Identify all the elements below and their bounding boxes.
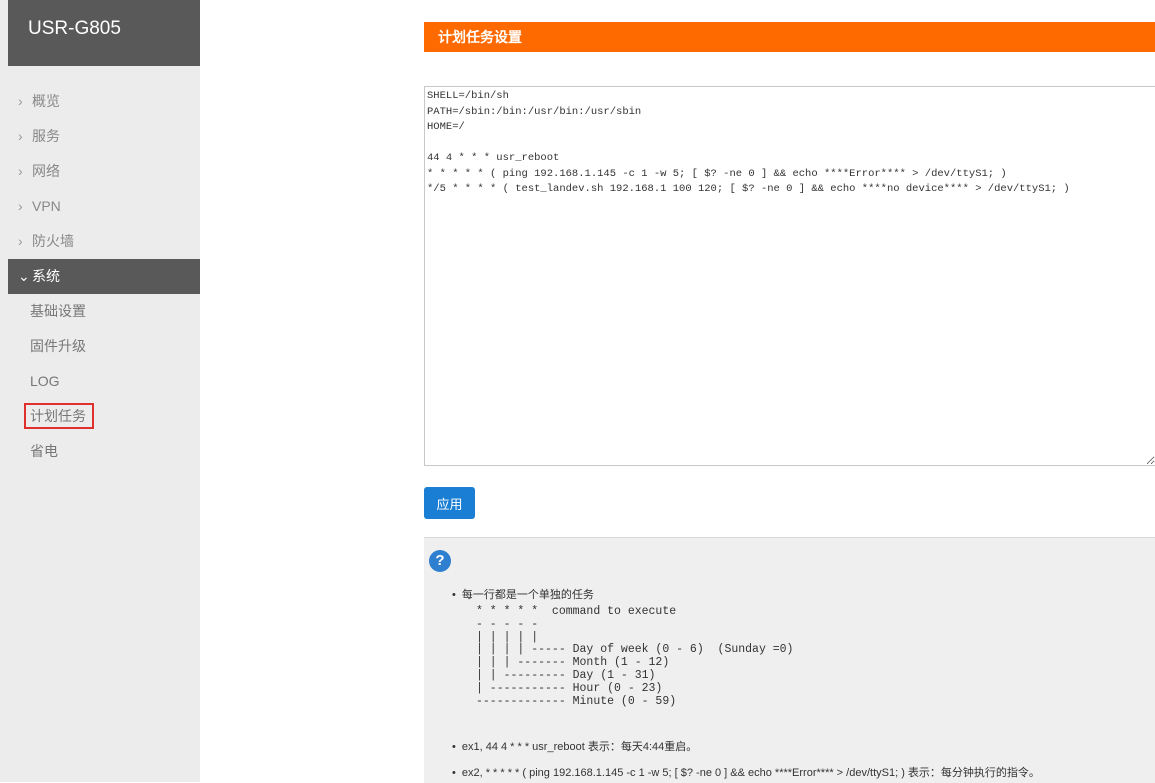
sub-item-label: LOG [30, 373, 60, 389]
nav-item-firewall[interactable]: › 防火墙 [8, 224, 200, 259]
bullet-icon: • [452, 741, 456, 753]
sidebar: USR-G805 › 概览 › 服务 › 网络 › VPN › 防火墙 ⌄ 系统… [0, 0, 200, 782]
main-content: 计划任务设置 SHELL=/bin/sh PATH=/sbin:/bin:/us… [424, 0, 1155, 783]
nav-item-system[interactable]: ⌄ 系统 [8, 259, 200, 294]
bullet-icon: • [452, 589, 456, 601]
help-example-2: • ex2, * * * * * ( ping 192.168.1.145 -c … [452, 764, 1040, 780]
nav-item-label: 网络 [32, 163, 60, 179]
nav-item-services[interactable]: › 服务 [8, 119, 200, 154]
cron-syntax-diagram: * * * * * command to execute - - - - - |… [476, 605, 794, 708]
chevron-down-icon: ⌄ [18, 268, 30, 284]
sub-item-scheduled-tasks[interactable]: 计划任务 [8, 399, 200, 434]
section-title: 计划任务设置 [424, 22, 1155, 52]
nav-item-vpn[interactable]: › VPN [8, 189, 200, 224]
crontab-editor[interactable]: SHELL=/bin/sh PATH=/sbin:/bin:/usr/bin:/… [424, 86, 1155, 466]
sub-item-label: 计划任务 [24, 403, 94, 429]
help-icon: ? [429, 550, 451, 572]
help-example-1: • ex1, 44 4 * * * usr_reboot 表示：每天4:44重启。 [452, 738, 697, 754]
help-line: • 每一行都是一个单独的任务 [452, 586, 594, 602]
chevron-right-icon: › [18, 198, 23, 214]
nav-item-overview[interactable]: › 概览 [8, 84, 200, 119]
sub-item-label: 固件升级 [30, 338, 86, 354]
help-text: ex1, 44 4 * * * usr_reboot 表示：每天4:44重启。 [461, 741, 698, 753]
nav-item-label: VPN [32, 198, 61, 214]
nav-menu: › 概览 › 服务 › 网络 › VPN › 防火墙 ⌄ 系统 基础设置 固件升… [8, 84, 200, 469]
sub-item-firmware-upgrade[interactable]: 固件升级 [8, 329, 200, 364]
nav-item-label: 服务 [32, 128, 60, 144]
sub-item-log[interactable]: LOG [8, 364, 200, 399]
nav-item-network[interactable]: › 网络 [8, 154, 200, 189]
sub-item-power-saving[interactable]: 省电 [8, 434, 200, 469]
nav-item-label: 概览 [32, 93, 60, 109]
sub-item-label: 基础设置 [30, 303, 86, 319]
sub-item-label: 省电 [30, 443, 58, 459]
apply-button[interactable]: 应用 [424, 487, 475, 519]
nav-item-label: 防火墙 [32, 233, 74, 249]
help-text: 每一行都是一个单独的任务 [461, 589, 594, 601]
chevron-right-icon: › [18, 163, 23, 179]
chevron-right-icon: › [18, 233, 23, 249]
sub-item-basic-settings[interactable]: 基础设置 [8, 294, 200, 329]
chevron-right-icon: › [18, 128, 23, 144]
chevron-right-icon: › [18, 93, 23, 109]
help-panel: ? • 每一行都是一个单独的任务 * * * * * command to exe… [424, 537, 1155, 783]
bullet-icon: • [452, 767, 456, 779]
nav-item-label: 系统 [32, 268, 60, 284]
brand-title: USR-G805 [8, 0, 200, 66]
help-text: ex2, * * * * * ( ping 192.168.1.145 -c 1… [461, 767, 1040, 779]
